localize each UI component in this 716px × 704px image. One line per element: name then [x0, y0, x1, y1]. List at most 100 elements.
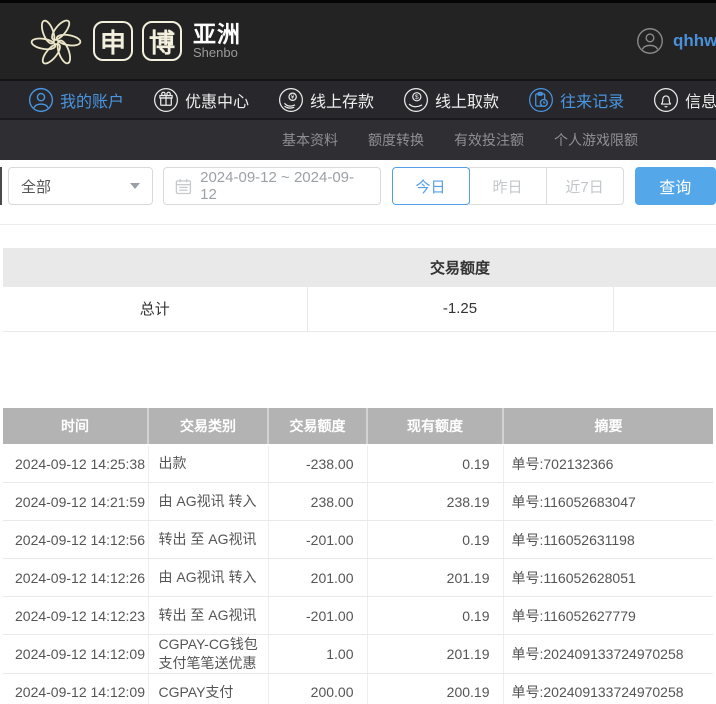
account-sub-navigation: 基本资料 额度转换 有效投注额 个人游戏限额 [0, 118, 716, 160]
cell-balance: 238.19 [367, 483, 503, 521]
cell-summary: 单号:116052631198 [503, 521, 713, 559]
cell-summary: 单号:116052627779 [503, 597, 713, 635]
table-row: 2024-09-12 14:12:23 转出 至 AG视讯 -201.00 0.… [3, 597, 713, 635]
flower-logo-icon [28, 13, 84, 69]
summary-header-row: 交易额度 [3, 248, 716, 287]
main-navigation: 我的账户 优惠中心 ¥ 线上存款 [0, 79, 716, 118]
cell-amount: -238.00 [268, 445, 367, 483]
logo-char-shen: 申 [93, 21, 133, 61]
select-value: 全部 [21, 176, 51, 197]
cell-balance: 201.19 [367, 635, 503, 674]
cell-time: 2024-09-12 14:12:23 [3, 597, 148, 635]
cell-type: 由 AG视讯 转入 [148, 483, 268, 521]
clipped-edge-artifact [0, 167, 2, 205]
cell-time: 2024-09-12 14:12:09 [3, 635, 148, 674]
nav-item-promotions[interactable]: 优惠中心 [153, 87, 249, 113]
bell-icon [653, 87, 679, 113]
transaction-type-select[interactable]: 全部 [8, 167, 153, 205]
summary-total-row: 总计 -1.25 [3, 287, 716, 331]
user-icon [28, 87, 54, 113]
range-today-button[interactable]: 今日 [392, 167, 470, 205]
logo-char-bo: 博 [142, 21, 182, 61]
cell-time: 2024-09-12 14:12:26 [3, 559, 148, 597]
nav-label: 线上存款 [310, 88, 374, 112]
gift-icon [153, 87, 179, 113]
table-header-row: 时间 交易类别 交易额度 现有额度 摘要 [3, 408, 713, 445]
col-header-type: 交易类别 [148, 408, 268, 445]
summary-header-empty [3, 248, 307, 287]
quick-range-group: 今日 昨日 近7日 [392, 167, 624, 205]
cell-balance: 0.19 [367, 521, 503, 559]
cell-time: 2024-09-12 14:25:38 [3, 445, 148, 483]
cell-type: 由 AG视讯 转入 [148, 559, 268, 597]
cell-type: 转出 至 AG视讯 [148, 597, 268, 635]
tab-basic-info[interactable]: 基本资料 [282, 130, 338, 150]
withdraw-icon: $ [403, 87, 429, 113]
svg-text:$: $ [415, 94, 419, 101]
cell-summary: 单号:202409133724970258 [503, 635, 713, 674]
nav-label: 优惠中心 [185, 88, 249, 112]
col-header-amount: 交易额度 [268, 408, 367, 445]
nav-item-transaction-records[interactable]: 往来记录 [528, 87, 624, 113]
nav-item-deposit[interactable]: ¥ 线上存款 [278, 87, 374, 113]
chevron-down-icon [130, 183, 140, 189]
records-icon [528, 87, 554, 113]
cell-amount: -201.00 [268, 521, 367, 559]
logo-subtitle: Shenbo [193, 46, 241, 60]
nav-label: 信息 [685, 88, 716, 112]
cell-balance: 201.19 [367, 559, 503, 597]
section-divider [0, 224, 716, 225]
cell-amount: 201.00 [268, 559, 367, 597]
cell-type: CGPAY-CG钱包支付笔笔送优惠 [148, 635, 268, 674]
query-button[interactable]: 查询 [635, 167, 716, 205]
table-row: 2024-09-12 14:12:26 由 AG视讯 转入 201.00 201… [3, 559, 713, 597]
site-header: 申 博 亚洲 Shenbo qhhw [0, 3, 716, 79]
cell-type: 转出 至 AG视讯 [148, 521, 268, 559]
site-logo[interactable]: 申 博 亚洲 Shenbo [28, 13, 241, 69]
range-last7days-button[interactable]: 近7日 [546, 167, 624, 205]
summary-table: 交易额度 总计 -1.25 [3, 248, 716, 332]
nav-label: 线上取款 [435, 88, 499, 112]
date-range-input[interactable]: 2024-09-12 ~ 2024-09-12 [163, 167, 380, 205]
cell-summary: 单号:702132366 [503, 445, 713, 483]
cell-summary: 单号:202409133724970258 [503, 673, 713, 704]
nav-label: 我的账户 [60, 88, 124, 112]
user-account-area[interactable]: qhhw [636, 3, 716, 79]
transactions-table: 时间 交易类别 交易额度 现有额度 摘要 2024-09-12 14:25:38… [3, 408, 713, 704]
deposit-icon: ¥ [278, 87, 304, 113]
cell-amount: -201.00 [268, 597, 367, 635]
avatar-icon [636, 27, 664, 55]
col-header-balance: 现有额度 [367, 408, 503, 445]
cell-type: CGPAY支付 [148, 673, 268, 704]
username-text[interactable]: qhhw [673, 31, 716, 51]
summary-header-amount: 交易额度 [307, 248, 613, 287]
summary-total-label: 总计 [3, 287, 307, 331]
col-header-summary: 摘要 [503, 408, 713, 445]
nav-item-my-account[interactable]: 我的账户 [28, 87, 124, 113]
date-range-value: 2024-09-12 ~ 2024-09-12 [200, 169, 368, 203]
cell-amount: 200.00 [268, 673, 367, 704]
filter-toolbar: 全部 2024-09-12 ~ 2024-09-12 今日 昨日 近7日 查询 [0, 167, 716, 205]
range-yesterday-button[interactable]: 昨日 [469, 167, 547, 205]
nav-item-messages[interactable]: 信息 [653, 87, 716, 113]
tab-valid-bets[interactable]: 有效投注额 [454, 130, 524, 150]
tab-personal-game-limits[interactable]: 个人游戏限额 [554, 130, 638, 150]
tab-credit-transfer[interactable]: 额度转换 [368, 130, 424, 150]
table-row: 2024-09-12 14:25:38 出款 -238.00 0.19 单号:7… [3, 445, 713, 483]
logo-region-text: 亚洲 [193, 22, 241, 46]
col-header-time: 时间 [3, 408, 148, 445]
summary-total-value: -1.25 [307, 287, 613, 331]
table-row: 2024-09-12 14:12:09 CGPAY支付 200.00 200.1… [3, 673, 713, 704]
table-row: 2024-09-12 14:12:09 CGPAY-CG钱包支付笔笔送优惠 1.… [3, 635, 713, 674]
cell-time: 2024-09-12 14:12:56 [3, 521, 148, 559]
nav-item-withdraw[interactable]: $ 线上取款 [403, 87, 499, 113]
cell-summary: 单号:116052683047 [503, 483, 713, 521]
calendar-icon [175, 178, 192, 195]
cell-balance: 200.19 [367, 673, 503, 704]
nav-label: 往来记录 [560, 88, 624, 112]
cell-balance: 0.19 [367, 445, 503, 483]
cell-amount: 238.00 [268, 483, 367, 521]
cell-amount: 1.00 [268, 635, 367, 674]
cell-balance: 0.19 [367, 597, 503, 635]
table-row: 2024-09-12 14:12:56 转出 至 AG视讯 -201.00 0.… [3, 521, 713, 559]
